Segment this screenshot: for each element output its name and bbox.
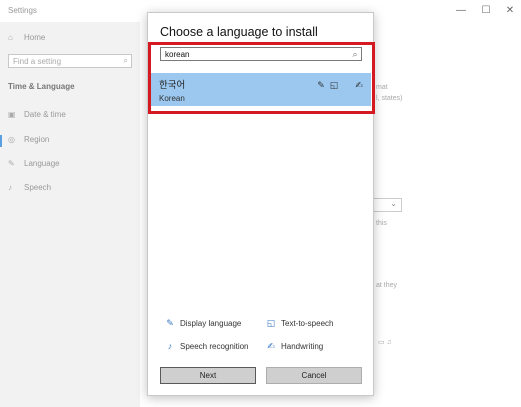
background-text-fragment: at they xyxy=(376,282,398,289)
cancel-button[interactable]: Cancel xyxy=(266,367,362,384)
maximize-button[interactable]: ☐ xyxy=(479,4,493,18)
home-icon: ⌂ xyxy=(8,33,13,42)
legend-label: Display language xyxy=(180,319,242,328)
background-feature-icons: ▭ ♫ xyxy=(378,339,392,346)
language-icon: ✎ xyxy=(8,159,15,168)
background-text-fragment: l, states) xyxy=(376,95,403,102)
nav-language[interactable]: ✎ Language xyxy=(8,159,60,168)
nav-region[interactable]: ◎ Region xyxy=(8,135,49,144)
background-dropdown: ⌄ xyxy=(372,198,402,212)
speech-recognition-icon: ♪ xyxy=(167,341,173,351)
nav-date-time-label: Date & time xyxy=(24,110,66,119)
background-text-fragment: mat xyxy=(376,84,388,91)
nav-home-label: Home xyxy=(24,33,46,42)
handwriting-icon: ✍ xyxy=(267,341,275,351)
next-button[interactable]: Next xyxy=(160,367,256,384)
nav-speech[interactable]: ♪ Speech xyxy=(8,183,51,192)
legend-display-language: ✎ Display language xyxy=(164,318,241,329)
region-icon: ◎ xyxy=(8,135,15,144)
nav-region-label: Region xyxy=(24,135,50,144)
date-time-icon: ▣ xyxy=(8,110,16,119)
highlight-annotation-box xyxy=(148,42,375,114)
close-button[interactable]: ✕ xyxy=(503,4,517,18)
active-nav-indicator xyxy=(0,135,2,147)
nav-home[interactable]: ⌂ Home xyxy=(8,33,45,42)
display-language-icon: ✎ xyxy=(166,318,174,328)
text-to-speech-icon: ◱ xyxy=(266,318,276,328)
legend-text-to-speech: ◱ Text-to-speech xyxy=(265,318,334,329)
minimize-button[interactable]: — xyxy=(454,4,468,18)
settings-sidebar: ⌂ Home Find a setting ⌕ Time & Language … xyxy=(0,22,140,407)
background-text-fragment: this xyxy=(376,220,387,227)
window-title: Settings xyxy=(8,6,37,15)
legend-label: Handwriting xyxy=(281,342,324,351)
legend-handwriting: ✍ Handwriting xyxy=(265,341,323,352)
legend-label: Text-to-speech xyxy=(281,319,334,328)
microphone-icon: ♪ xyxy=(8,183,12,192)
find-setting-placeholder: Find a setting xyxy=(13,57,62,66)
nav-date-time[interactable]: ▣ Date & time xyxy=(8,110,66,119)
section-heading: Time & Language xyxy=(8,82,75,91)
legend-label: Speech recognition xyxy=(180,341,249,351)
legend-speech-recognition: ♪ Speech recognition xyxy=(164,341,249,351)
search-icon: ⌕ xyxy=(123,56,128,65)
dialog-title: Choose a language to install xyxy=(160,25,318,39)
find-setting-input[interactable]: Find a setting ⌕ xyxy=(8,54,132,68)
nav-language-label: Language xyxy=(24,159,60,168)
nav-speech-label: Speech xyxy=(24,183,52,192)
